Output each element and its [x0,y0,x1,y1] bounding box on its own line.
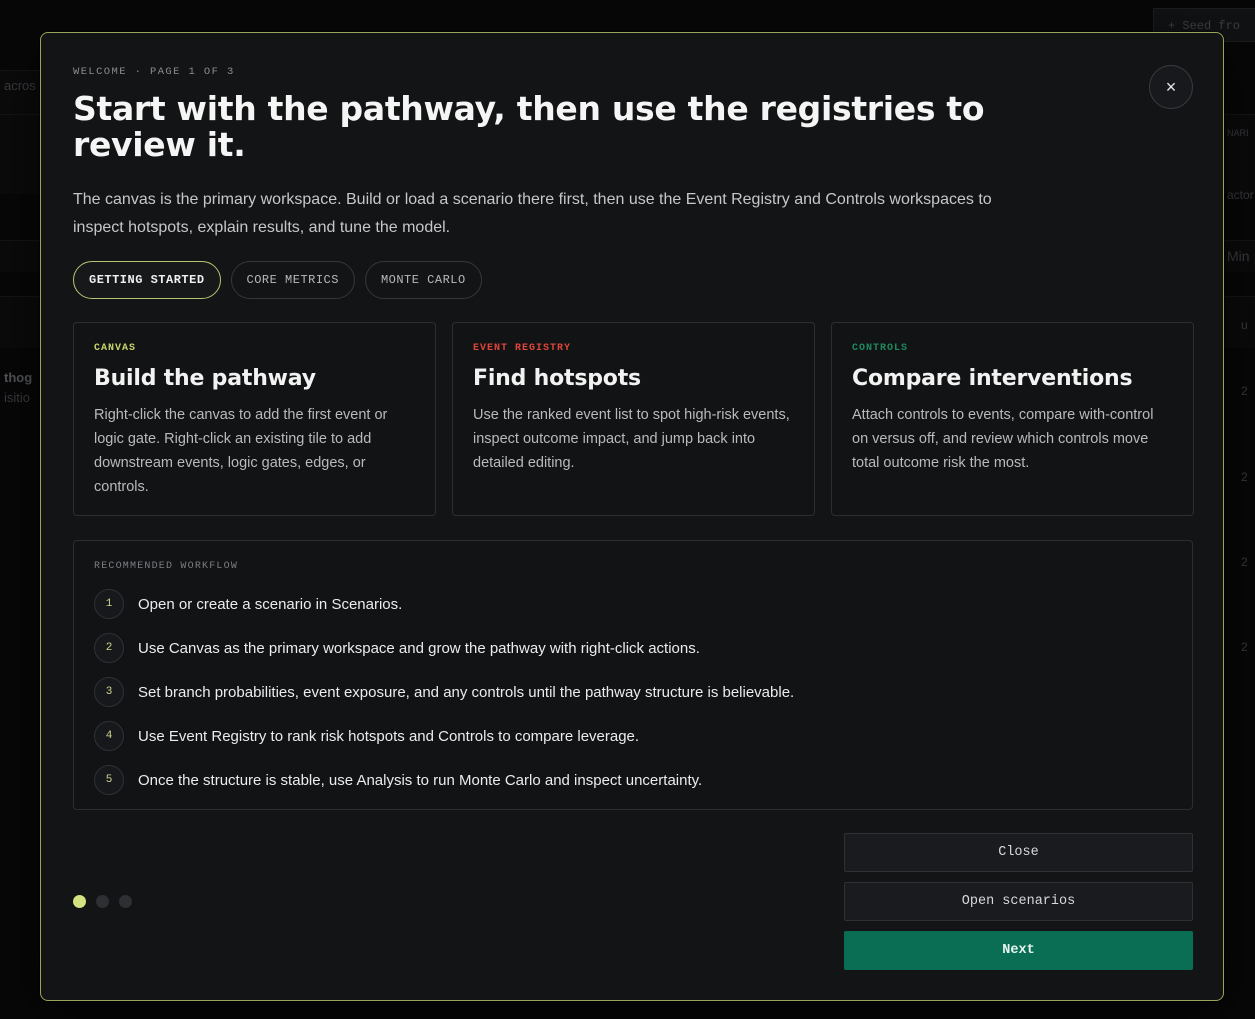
card-title: Find hotspots [473,366,641,391]
card-tag: EVENT REGISTRY [473,343,572,354]
close-button[interactable]: Close [844,833,1193,872]
bg-left-text: acros [4,78,36,93]
bg-left-text: isitio [4,390,31,405]
card-event-registry: EVENT REGISTRY Find hotspots Use the ran… [452,322,815,516]
card-tag: CONTROLS [852,343,909,354]
bg-right-text: Min [1227,248,1250,264]
step-number: 1 [94,589,124,619]
card-tag: CANVAS [94,343,137,354]
page-indicator [73,895,132,908]
workflow-step: 1 Open or create a scenario in Scenarios… [94,582,1172,626]
step-text: Open or create a scenario in Scenarios. [138,595,403,613]
card-body: Attach controls to events, compare with-… [852,407,1154,471]
workflow-step: 3 Set branch probabilities, event exposu… [94,670,1172,714]
modal-title: Start with the pathway, then use the reg… [73,89,985,164]
step-text: Use Event Registry to rank risk hotspots… [138,727,640,745]
step-text: Use Canvas as the primary workspace and … [138,639,700,657]
close-icon[interactable]: × [1149,65,1193,109]
workflow-step: 2 Use Canvas as the primary workspace an… [94,626,1172,670]
bg-left-text: thog [4,370,33,385]
tab-core-metrics[interactable]: CORE METRICS [230,261,355,299]
step-number: 2 [94,633,124,663]
welcome-modal: WELCOME · PAGE 1 OF 3 Start with the pat… [40,32,1224,1001]
card-canvas: CANVAS Build the pathway Right-click the… [73,322,436,516]
card-title: Build the pathway [94,366,316,391]
tab-getting-started[interactable]: GETTING STARTED [73,261,221,299]
step-number: 3 [94,677,124,707]
modal-subtitle: The canvas is the primary workspace. Bui… [73,191,992,236]
bg-left-row [0,240,41,272]
card-body: Use the ranked event list to spot high-r… [473,407,790,471]
bg-right-text: NARI [1227,128,1249,138]
bg-right-text: actor [1227,188,1254,202]
modal-actions: Close Open scenarios Next [844,833,1193,980]
bg-left-row [0,114,41,194]
bg-right-text: 2 [1241,555,1248,569]
bg-right-row [1223,114,1255,194]
card-controls: CONTROLS Compare interventions Attach co… [831,322,1194,516]
tab-monte-carlo[interactable]: MONTE CARLO [364,261,482,299]
bg-left-row [0,296,41,348]
page-eyebrow: WELCOME · PAGE 1 OF 3 [73,66,235,78]
bg-right-text: 2 [1241,470,1248,484]
recommended-workflow: RECOMMENDED WORKFLOW 1 Open or create a … [73,540,1193,810]
workflow-step: 5 Once the structure is stable, use Anal… [94,758,1172,802]
card-body: Right-click the canvas to add the first … [94,407,388,495]
workflow-title: RECOMMENDED WORKFLOW [94,561,239,572]
feature-cards: CANVAS Build the pathway Right-click the… [73,322,1194,516]
step-number: 5 [94,765,124,795]
open-scenarios-button[interactable]: Open scenarios [844,882,1193,921]
bg-right-text: 2 [1241,384,1248,398]
bg-right-text: u [1241,318,1248,332]
page-dot-2[interactable] [96,895,109,908]
tab-bar: GETTING STARTED CORE METRICS MONTE CARLO [73,261,482,299]
page-dot-3[interactable] [119,895,132,908]
workflow-step: 4 Use Event Registry to rank risk hotspo… [94,714,1172,758]
step-text: Once the structure is stable, use Analys… [138,771,703,789]
step-text: Set branch probabilities, event exposure… [138,683,795,701]
next-button[interactable]: Next [844,931,1193,970]
card-title: Compare interventions [852,366,1133,391]
bg-right-text: 2 [1241,640,1248,654]
page-dot-1[interactable] [73,895,86,908]
step-number: 4 [94,721,124,751]
